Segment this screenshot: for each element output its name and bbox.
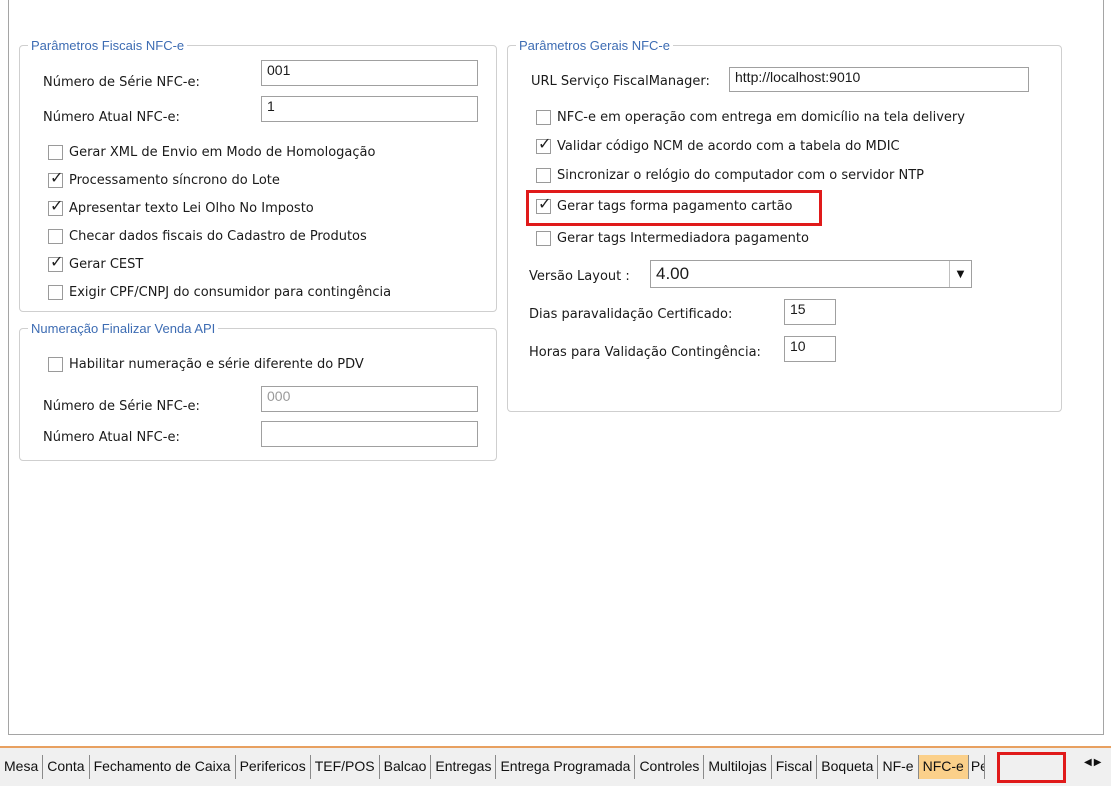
chevron-down-icon[interactable]: ▼ [949,261,971,287]
tab-scroll-left-icon[interactable]: ◀ [1084,757,1092,768]
fiscal-params-legend: Parâmetros Fiscais NFC-e [31,38,185,53]
tab-tef-pos[interactable]: TEF/POS [311,755,380,779]
api-serie-label: Número de Série NFC-e: [43,399,200,414]
checkbox-box[interactable] [48,356,63,372]
tab-pe[interactable]: Pe [969,755,985,779]
url-label: URL Serviço FiscalManager: [531,74,710,89]
checkbox-label: Validar código NCM de acordo com a tabel… [557,138,900,154]
checkmark-icon: ✓ [50,167,64,187]
checkbox-label: Gerar CEST [69,256,144,272]
tab-entrega-programada[interactable]: Entrega Programada [496,755,636,779]
tab-bar: Mesa Conta Fechamento de Caixa Periferic… [0,746,1111,786]
checkbox-label: Processamento síncrono do Lote [69,172,280,188]
checkbox-habilitar-numeracao[interactable]: Habilitar numeração e série diferente do… [48,355,364,373]
general-params-legend: Parâmetros Gerais NFC-e [519,38,670,53]
api-atual-label: Número Atual NFC-e: [43,430,180,445]
api-serie-input[interactable]: 000 [261,386,478,412]
checkbox-label: Gerar tags Intermediadora pagamento [557,230,809,246]
active-tab-highlight [997,752,1066,783]
tab-scroll-right-icon[interactable]: ▶ [1094,757,1102,768]
checkbox-box[interactable]: ✓ [48,167,64,188]
checkbox-label: Habilitar numeração e série diferente do… [69,356,364,372]
checkbox-homologacao[interactable]: Gerar XML de Envio em Modo de Homologaçã… [48,143,375,161]
checkbox-lei-olho-imposto[interactable]: ✓ Apresentar texto Lei Olho No Imposto [48,195,314,217]
layout-label: Versão Layout : [529,269,630,284]
api-numbering-legend: Numeração Finalizar Venda API [31,321,216,336]
fiscal-serie-label: Número de Série NFC-e: [43,75,200,90]
checkbox-sincronizar-relogio[interactable]: Sincronizar o relógio do computador com … [536,166,924,184]
checkbox-processamento-sincrono[interactable]: ✓ Processamento síncrono do Lote [48,167,280,189]
checkbox-box[interactable] [48,228,63,244]
checkbox-box[interactable]: ✓ [536,133,552,154]
fiscal-atual-input[interactable]: 1 [261,96,478,122]
checkbox-label: Sincronizar o relógio do computador com … [557,167,924,183]
checkbox-label: NFC-e em operação com entrega em domicíl… [557,109,965,125]
checkbox-entrega-domicilio[interactable]: NFC-e em operação com entrega em domicíl… [536,108,965,126]
tab-multilojas[interactable]: Multilojas [704,755,772,779]
tab-entregas[interactable]: Entregas [431,755,497,779]
checkbox-box[interactable]: ✓ [48,195,64,216]
checkbox-label: Gerar XML de Envio em Modo de Homologaçã… [69,144,376,160]
api-atual-input[interactable] [261,421,478,447]
checkmark-icon: ✓ [538,133,552,153]
checkbox-box[interactable] [536,230,551,246]
checkbox-exigir-cpf[interactable]: Exigir CPF/CNPJ do consumidor para conti… [48,283,391,301]
tab-nfc-e[interactable]: NFC-e [918,755,969,779]
cert-days-label: Dias paravalidação Certificado: [529,307,733,322]
checkmark-icon: ✓ [50,195,64,215]
url-input[interactable]: http://localhost:9010 [729,67,1029,92]
checkbox-box[interactable] [48,144,63,160]
checkbox-box[interactable] [536,109,551,125]
highlight-box [526,190,822,226]
tab-fiscal[interactable]: Fiscal [772,755,818,779]
checkbox-label: Apresentar texto Lei Olho No Imposto [69,200,314,216]
layout-select-value: 4.00 [656,264,690,283]
checkbox-validar-ncm[interactable]: ✓ Validar código NCM de acordo com a tab… [536,133,900,155]
tab-nf-e[interactable]: NF-e [878,755,919,779]
checkbox-gerar-cest[interactable]: ✓ Gerar CEST [48,251,144,273]
tab-fechamento-caixa[interactable]: Fechamento de Caixa [90,755,236,779]
checkbox-box[interactable] [536,167,551,183]
tab-perifericos[interactable]: Perifericos [236,755,311,779]
checkbox-checar-dados-fiscais[interactable]: Checar dados fiscais do Cadastro de Prod… [48,227,367,245]
checkbox-label: Exigir CPF/CNPJ do consumidor para conti… [69,284,392,300]
cont-hours-input[interactable]: 10 [784,336,836,362]
tab-scroll-buttons: ◀ ▶ [1084,757,1101,768]
checkbox-box[interactable]: ✓ [48,251,64,272]
fiscal-atual-label: Número Atual NFC-e: [43,110,180,125]
tab-conta[interactable]: Conta [43,755,90,779]
checkbox-label: Checar dados fiscais do Cadastro de Prod… [69,228,367,244]
cert-days-input[interactable]: 15 [784,299,836,325]
tab-boqueta[interactable]: Boqueta [817,755,879,779]
tab-list: Mesa Conta Fechamento de Caixa Periferic… [0,755,985,779]
checkbox-tags-intermediadora[interactable]: Gerar tags Intermediadora pagamento [536,229,809,247]
checkbox-box[interactable] [48,284,63,300]
tab-balcao[interactable]: Balcao [380,755,432,779]
tab-controles[interactable]: Controles [635,755,705,779]
cont-hours-label: Horas para Validação Contingência: [529,345,761,360]
layout-select[interactable]: 4.00 ▼ [650,260,972,288]
fiscal-serie-input[interactable]: 001 [261,60,478,86]
tab-mesa[interactable]: Mesa [0,755,44,779]
checkmark-icon: ✓ [50,251,64,271]
